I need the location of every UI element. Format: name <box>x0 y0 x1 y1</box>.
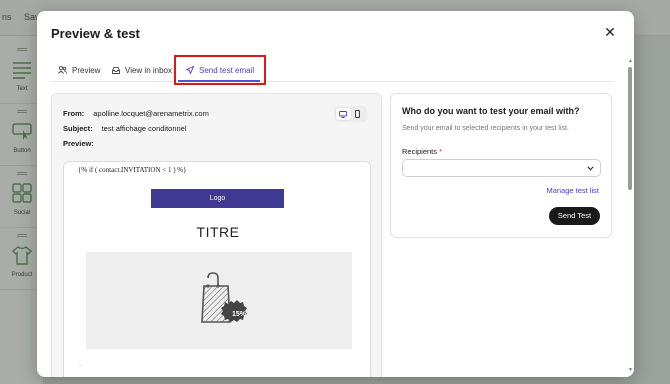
preview-row: Preview: <box>63 139 103 148</box>
desktop-icon[interactable] <box>336 108 351 120</box>
tab-label: Send test email <box>199 65 255 75</box>
users-icon <box>58 66 67 74</box>
modal-tabs: Preview View in inbox Send test email <box>51 58 613 82</box>
scroll-up-arrow-icon[interactable]: ▲ <box>628 59 633 64</box>
tab-label: Preview <box>72 65 101 75</box>
modal-scrollbar[interactable]: ▲ ▼ <box>628 59 633 373</box>
tab-view-in-inbox[interactable]: View in inbox <box>112 58 172 82</box>
send-test-panel: Who do you want to test your email with?… <box>390 93 612 238</box>
email-hero-image: 15% <box>86 252 352 349</box>
from-row: From: apolline.locquet@arenametrix.com <box>63 109 209 118</box>
preview-test-modal: Preview & test ✕ Preview View in inbox S… <box>37 11 634 377</box>
subject-value: test affichage conditonnel <box>101 124 187 133</box>
email-preview-panel: From: apolline.locquet@arenametrix.com Su… <box>51 93 382 377</box>
condition-text: {% if ( contact.INVITATION < 1 ) %} <box>78 166 187 174</box>
recipients-select[interactable] <box>402 159 601 177</box>
chevron-down-icon <box>587 166 594 171</box>
inbox-icon <box>112 66 120 74</box>
recipients-label: Recipients * <box>402 147 442 156</box>
preview-label: Preview: <box>63 139 94 148</box>
from-value: apolline.locquet@arenametrix.com <box>93 109 209 118</box>
device-toggle <box>334 106 367 122</box>
subject-label: Subject: <box>63 124 93 133</box>
send-test-button[interactable]: Send Test <box>549 207 600 225</box>
email-logo: Logo <box>151 189 284 208</box>
tab-send-test-email[interactable]: Send test email <box>186 58 254 82</box>
discount-badge-text: 15% <box>232 311 247 318</box>
subject-row: Subject: test affichage conditonnel <box>63 124 187 133</box>
tab-label: View in inbox <box>125 65 172 75</box>
scrollbar-thumb[interactable] <box>628 67 632 190</box>
tab-preview[interactable]: Preview <box>58 58 100 82</box>
manage-test-list-link[interactable]: Manage test list <box>546 186 599 195</box>
modal-title: Preview & test <box>51 26 140 41</box>
test-panel-title: Who do you want to test your email with? <box>402 106 580 116</box>
test-panel-subtitle: Send your email to selected recipients i… <box>402 125 569 132</box>
email-footer-text: ... <box>78 362 84 368</box>
active-tab-underline <box>178 80 260 82</box>
from-label: From: <box>63 109 85 118</box>
email-heading: TITRE <box>196 224 240 240</box>
mobile-icon[interactable] <box>351 108 366 120</box>
close-icon[interactable]: ✕ <box>603 25 617 39</box>
required-mark: * <box>439 147 443 156</box>
send-plane-icon <box>186 66 194 74</box>
scroll-down-arrow-icon[interactable]: ▼ <box>628 368 633 373</box>
shopping-bag-icon: 15% <box>201 272 247 323</box>
recipients-label-text: Recipients <box>402 147 438 156</box>
email-render-frame: {% if ( contact.INVITATION < 1 ) %} Logo… <box>63 161 371 377</box>
